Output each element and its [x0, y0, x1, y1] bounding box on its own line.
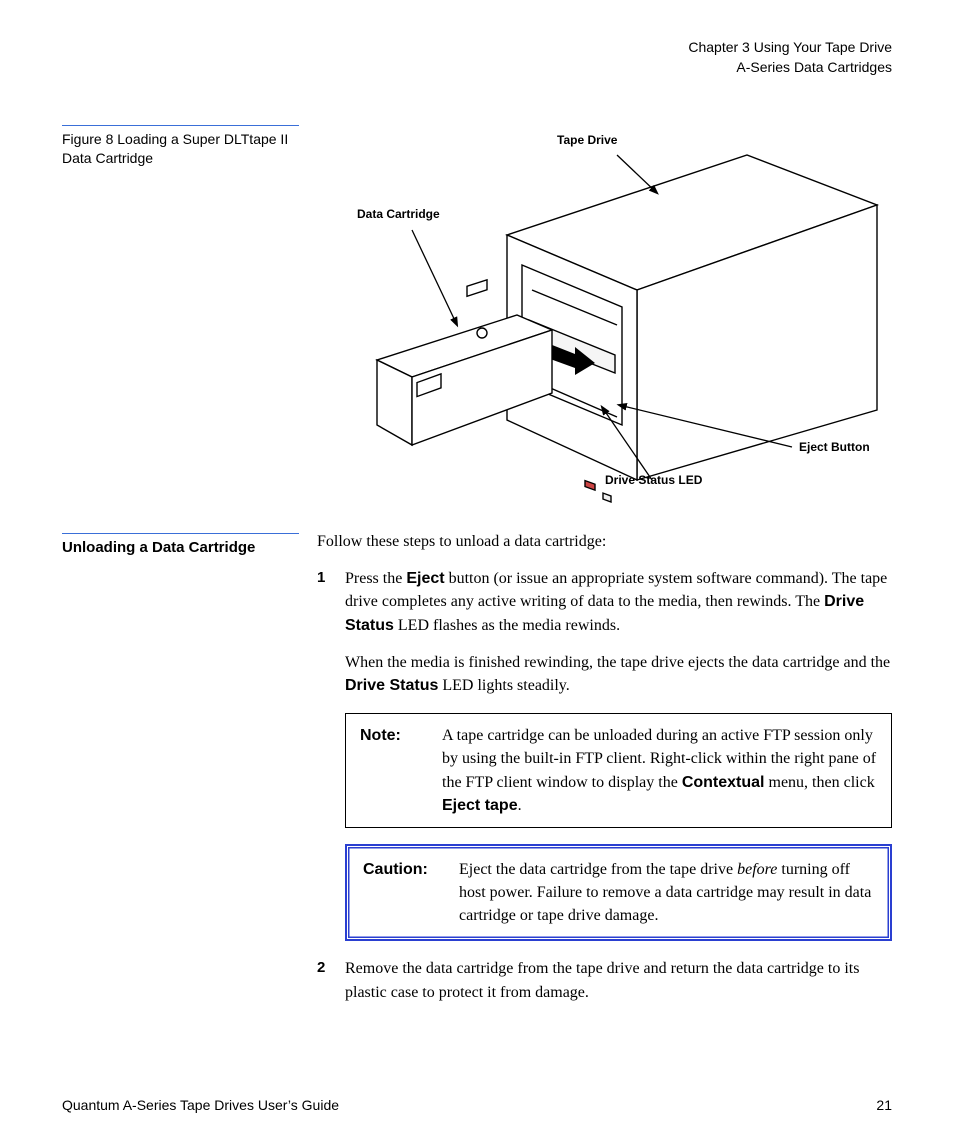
caution-box: Caution: Eject the data cartridge from t… — [345, 844, 892, 942]
before-italic: before — [737, 861, 777, 878]
steps-list: Press the Eject button (or issue an appr… — [317, 567, 892, 1004]
running-header: Chapter 3 Using Your Tape Drive A-Series… — [62, 38, 892, 77]
caution-body: Eject the data cartridge from the tape d… — [459, 858, 874, 928]
section-unloading: Unloading a Data Cartridge Follow these … — [62, 533, 892, 1018]
header-section: A-Series Data Cartridges — [62, 58, 892, 78]
figure-row: Figure 8 Loading a Super DLTtape II Data… — [62, 125, 892, 505]
figure-stage: Tape Drive Data Cartridge Eject Button D… — [317, 125, 892, 505]
callout-eject-button: Eject Button — [799, 440, 870, 454]
section-rule — [62, 533, 299, 534]
section-heading: Unloading a Data Cartridge — [62, 538, 299, 558]
callout-drive-status-led: Drive Status LED — [605, 473, 702, 487]
header-chapter: Chapter 3 Using Your Tape Drive — [62, 38, 892, 58]
eject-bold: Eject — [406, 570, 444, 587]
note-body: A tape cartridge can be unloaded during … — [442, 724, 877, 817]
step-2: Remove the data cartridge from the tape … — [317, 957, 892, 1003]
step-1: Press the Eject button (or issue an appr… — [317, 567, 892, 941]
callout-data-cartridge: Data Cartridge — [357, 207, 440, 221]
figure-rule — [62, 125, 299, 126]
drive-status-bold-2: Drive Status — [345, 677, 438, 694]
figure-caption: Figure 8 Loading a Super DLTtape II Data… — [62, 130, 299, 168]
section-intro: Follow these steps to unload a data cart… — [317, 533, 892, 551]
eject-tape-bold: Eject tape — [442, 797, 518, 814]
footer-page-number: 21 — [876, 1097, 892, 1113]
step-1-para2: When the media is finished rewinding, th… — [345, 651, 892, 697]
footer-left: Quantum A-Series Tape Drives User’s Guid… — [62, 1097, 339, 1113]
note-tag: Note: — [360, 724, 442, 817]
callout-tape-drive: Tape Drive — [557, 133, 617, 147]
caution-tag: Caution: — [363, 858, 459, 928]
contextual-bold: Contextual — [682, 774, 765, 791]
note-box: Note: A tape cartridge can be unloaded d… — [345, 713, 892, 828]
page-footer: Quantum A-Series Tape Drives User’s Guid… — [62, 1097, 892, 1113]
